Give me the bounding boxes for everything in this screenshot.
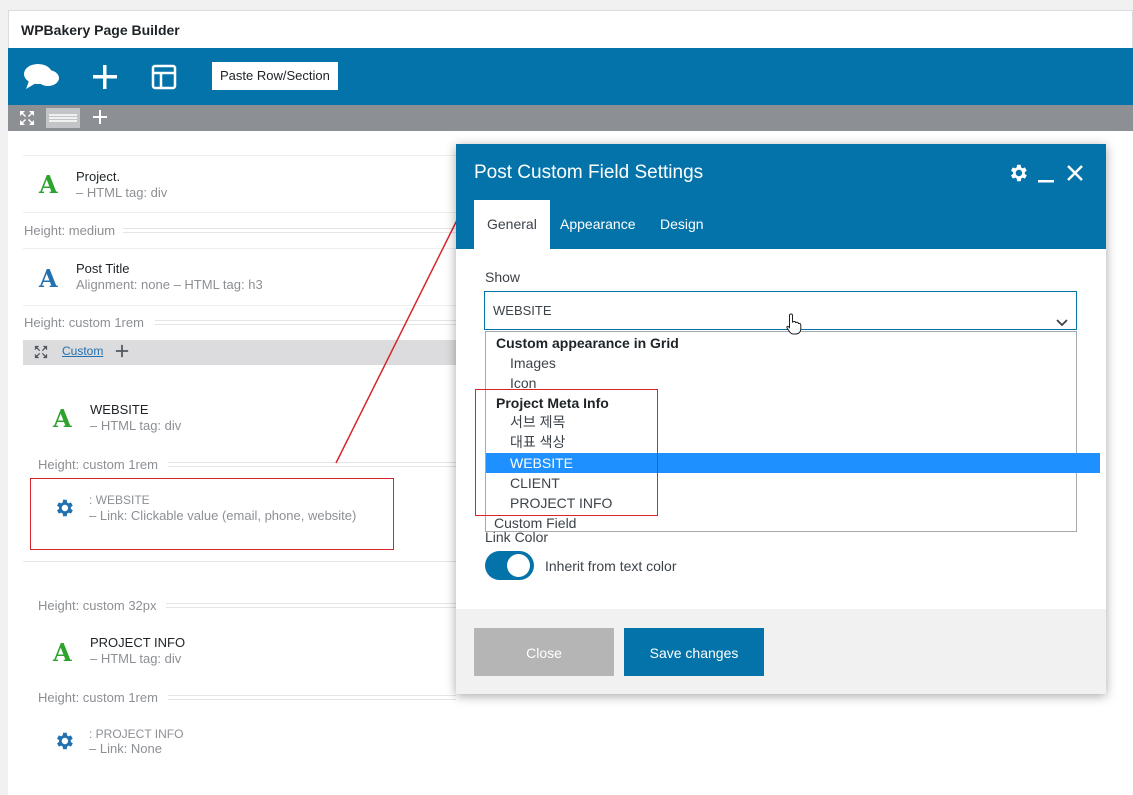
tab-general[interactable]: General: [474, 200, 550, 249]
element-subtitle: – HTML tag: div: [90, 418, 182, 433]
layout-icon[interactable]: [149, 62, 179, 92]
add-row-icon[interactable]: [92, 109, 108, 128]
show-select-value: WEBSITE: [493, 303, 552, 318]
expand-icon[interactable]: [19, 110, 35, 129]
element-subtitle: – HTML tag: div: [90, 651, 182, 666]
add-element-icon[interactable]: [90, 62, 120, 92]
height-label: Height: medium: [24, 223, 116, 238]
text-block-icon: A: [53, 404, 72, 433]
element-title: Project.: [76, 169, 121, 184]
save-button[interactable]: Save changes: [624, 628, 764, 676]
element-project[interactable]: A Project. – HTML tag: div: [23, 155, 456, 213]
close-icon[interactable]: [1066, 164, 1084, 185]
element-project-info-field[interactable]: : PROJECT INFO – Link: None: [37, 715, 456, 771]
divider: [123, 228, 456, 233]
chat-icon[interactable]: [23, 62, 59, 92]
height-label: Height: custom 1rem: [38, 690, 158, 705]
add-column-icon[interactable]: [115, 344, 129, 361]
element-title: Post Title: [76, 261, 130, 276]
height-label: Height: custom 1rem: [24, 315, 144, 330]
divider: [166, 603, 456, 608]
hand-cursor-icon: [786, 313, 802, 338]
show-label: Show: [485, 269, 521, 285]
settings-modal: Post Custom Field Settings General Appea…: [456, 144, 1106, 694]
element-subtitle: – HTML tag: div: [76, 185, 168, 200]
element-subtitle: Alignment: none – HTML tag: h3: [76, 277, 263, 292]
height-label: Height: custom 1rem: [38, 457, 158, 472]
highlight-box: [30, 478, 394, 550]
app-title: WPBakery Page Builder: [21, 22, 180, 38]
app-title-bar: WPBakery Page Builder: [8, 10, 1133, 48]
gear-icon: [53, 730, 75, 755]
height-label: Height: custom 32px: [38, 598, 157, 613]
element-project-info[interactable]: A PROJECT INFO – HTML tag: div: [37, 624, 456, 680]
builder-toolbar: Paste Row/Section: [8, 48, 1133, 105]
divider: [168, 695, 456, 700]
divider: [155, 320, 456, 325]
show-select[interactable]: WEBSITE: [484, 291, 1077, 330]
row-controls: [8, 105, 1133, 131]
text-block-icon: A: [39, 170, 58, 199]
highlight-box: [475, 389, 658, 516]
divider: [168, 462, 456, 467]
element-website[interactable]: A WEBSITE – HTML tag: div: [37, 390, 456, 446]
text-block-icon: A: [53, 638, 72, 667]
modal-footer: Close Save changes: [456, 609, 1106, 694]
option-item[interactable]: Custom Field: [486, 513, 1084, 533]
inner-row-label[interactable]: Custom: [62, 344, 103, 358]
element-post-title[interactable]: A Post Title Alignment: none – HTML tag:…: [23, 248, 456, 306]
paste-row-button[interactable]: Paste Row/Section: [212, 62, 338, 90]
expand-icon[interactable]: [34, 345, 48, 362]
modal-header: Post Custom Field Settings General Appea…: [456, 144, 1106, 249]
modal-title: Post Custom Field Settings: [474, 162, 704, 183]
element-subtitle: – Link: None: [89, 741, 162, 756]
tab-design[interactable]: Design: [660, 200, 704, 249]
divider: [23, 561, 456, 562]
text-block-icon: A: [39, 264, 58, 293]
drag-handle-icon[interactable]: [46, 108, 80, 128]
gear-icon[interactable]: [1007, 162, 1029, 187]
toggle-label: Inherit from text color: [545, 558, 677, 574]
inherit-color-toggle[interactable]: [485, 551, 534, 580]
element-title: WEBSITE: [90, 402, 149, 417]
element-title: PROJECT INFO: [90, 635, 186, 650]
minimize-icon[interactable]: [1037, 164, 1055, 187]
inner-row-controls: Custom: [23, 340, 456, 365]
element-title: : PROJECT INFO: [89, 727, 184, 741]
close-button[interactable]: Close: [474, 628, 614, 676]
option-item[interactable]: Images: [486, 353, 1100, 373]
tab-appearance[interactable]: Appearance: [560, 200, 636, 249]
